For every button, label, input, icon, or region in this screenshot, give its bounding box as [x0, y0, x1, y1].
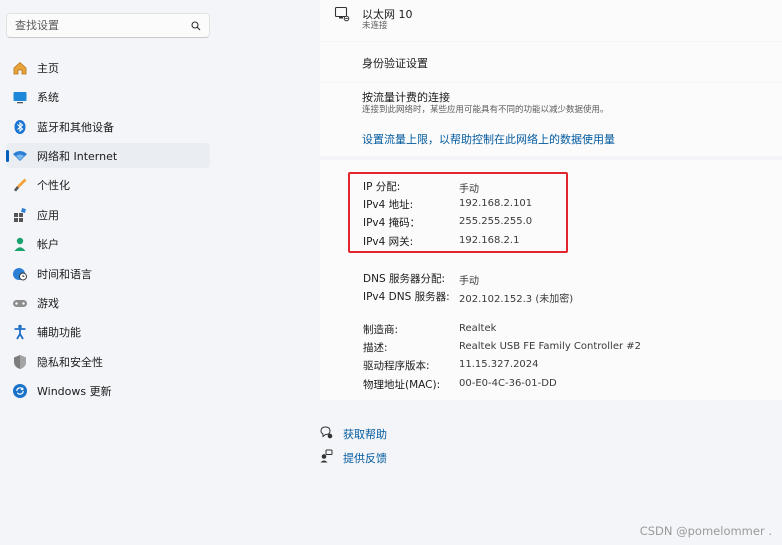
bluetooth-icon — [12, 119, 28, 135]
ip-assignment-value: 手动 — [459, 184, 479, 195]
search-input[interactable] — [15, 19, 191, 32]
sidebar-item-time-language[interactable]: 时间和语言 — [6, 261, 210, 286]
sidebar-item-label: 系统 — [37, 90, 59, 104]
adapter-status: 未连接 — [362, 21, 388, 31]
sidebar-item-label: 游戏 — [37, 296, 59, 310]
brush-icon — [12, 177, 28, 193]
active-indicator — [6, 150, 9, 162]
sidebar-item-home[interactable]: 主页 — [6, 55, 210, 80]
feedback-link[interactable]: 提供反馈 — [343, 450, 387, 466]
ipv4-mask-label: IPv4 掩码： — [363, 217, 421, 229]
ipv4-gateway-label: IPv4 网关: — [363, 236, 414, 248]
sidebar-item-apps[interactable]: 应用 — [6, 202, 210, 227]
sidebar-item-system[interactable]: 系统 — [6, 84, 210, 109]
globe-clock-icon — [12, 266, 28, 282]
sidebar-item-label: 隐私和安全性 — [37, 355, 103, 369]
sidebar-item-label: 个性化 — [37, 178, 70, 192]
network-icon — [12, 148, 28, 164]
accessibility-icon — [12, 324, 28, 340]
get-help-link[interactable]: 获取帮助 — [343, 426, 387, 442]
driver-version-value: 11.15.327.2024 — [459, 359, 539, 370]
sidebar: 主页 系统 蓝牙和其他设备 网络和 Internet 个性化 应用 — [0, 0, 220, 545]
sidebar-item-label: 帐户 — [37, 237, 59, 251]
sidebar-item-bluetooth[interactable]: 蓝牙和其他设备 — [6, 114, 210, 139]
help-icon — [320, 426, 333, 439]
manufacturer-value: Realtek — [459, 323, 497, 334]
dns-assignment-label: DNS 服务器分配: — [363, 273, 445, 285]
driver-version-label: 驱动程序版本: — [363, 360, 430, 372]
sidebar-item-label: Windows 更新 — [37, 384, 112, 398]
ipv4-gateway-value: 192.168.2.1 — [459, 235, 520, 246]
home-icon — [12, 60, 28, 76]
ip-assignment-label: IP 分配: — [363, 181, 401, 193]
sidebar-item-accessibility[interactable]: 辅助功能 — [6, 319, 210, 344]
auth-settings-label[interactable]: 身份验证设置 — [362, 55, 428, 71]
sidebar-item-label: 时间和语言 — [37, 267, 92, 281]
ipv4-address-label: IPv4 地址: — [363, 199, 414, 211]
system-icon — [12, 89, 28, 105]
sidebar-item-label: 蓝牙和其他设备 — [37, 120, 114, 134]
dns-server-value: 202.102.152.3 (未加密) — [459, 294, 574, 305]
shield-icon — [12, 354, 28, 370]
ipv4-address-value: 192.168.2.101 — [459, 198, 533, 209]
apps-icon — [12, 207, 28, 223]
sidebar-item-gaming[interactable]: 游戏 — [6, 290, 210, 315]
description-label: 描述: — [363, 342, 388, 354]
sidebar-item-privacy[interactable]: 隐私和安全性 — [6, 349, 210, 374]
sidebar-item-label: 应用 — [37, 208, 59, 222]
sidebar-item-network[interactable]: 网络和 Internet — [6, 143, 210, 168]
description-value: Realtek USB FE Family Controller #2 — [459, 341, 642, 352]
feedback-icon — [320, 449, 333, 463]
ethernet-disconnected-icon — [334, 6, 350, 22]
search-box[interactable] — [6, 13, 210, 38]
dns-assignment-value: 手动 — [459, 276, 479, 287]
mac-address-value: 00-E0-4C-36-01-DD — [459, 378, 557, 389]
data-limit-link[interactable]: 设置流量上限，以帮助控制在此网络上的数据使用量 — [362, 131, 615, 147]
account-icon — [12, 236, 28, 252]
manufacturer-label: 制造商: — [363, 324, 399, 336]
mac-address-label: 物理地址(MAC): — [363, 379, 441, 391]
sidebar-item-windows-update[interactable]: Windows 更新 — [6, 378, 210, 403]
dns-server-label: IPv4 DNS 服务器: — [363, 291, 450, 303]
ipv4-mask-value: 255.255.255.0 — [459, 216, 533, 227]
gamepad-icon — [12, 295, 28, 311]
metered-description: 连接到此网络时，某些应用可能具有不同的功能以减少数据使用。 — [362, 105, 609, 115]
update-icon — [12, 383, 28, 399]
sidebar-item-label: 网络和 Internet — [37, 149, 118, 163]
sidebar-item-accounts[interactable]: 帐户 — [6, 231, 210, 256]
sidebar-item-label: 主页 — [37, 61, 59, 75]
sidebar-item-personalization[interactable]: 个性化 — [6, 172, 210, 197]
search-icon[interactable] — [191, 20, 201, 31]
sidebar-item-label: 辅助功能 — [37, 325, 81, 339]
watermark: CSDN @pomelommer . — [639, 524, 772, 538]
